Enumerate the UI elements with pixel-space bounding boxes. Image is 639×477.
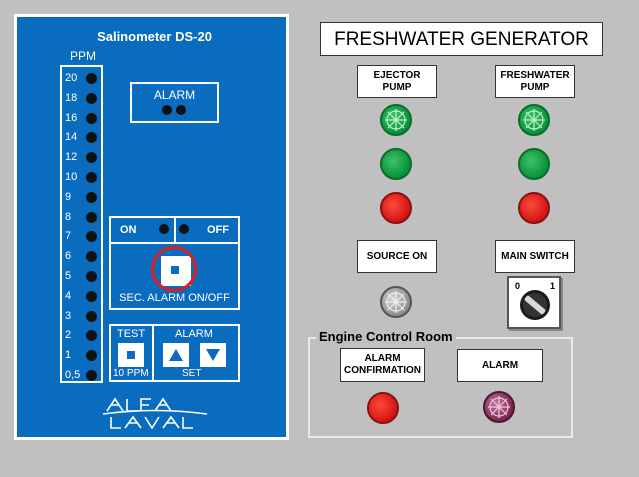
arrow-up-icon xyxy=(169,349,183,361)
alfa-laval-logo xyxy=(102,397,208,430)
ppm-row: 14 xyxy=(62,128,101,148)
ppm-value: 8 xyxy=(65,210,72,223)
ppm-value: 4 xyxy=(65,289,72,302)
ppm-led xyxy=(86,231,97,243)
ppm-value: 2 xyxy=(65,329,72,342)
ejector-stop-button[interactable] xyxy=(380,192,412,224)
ppm-row: 2 xyxy=(62,326,101,346)
ppm-row: 1 xyxy=(62,346,101,366)
ppm-row: 4 xyxy=(62,287,101,307)
ppm-value: 18 xyxy=(65,91,78,104)
generator-title: FRESHWATER GENERATOR xyxy=(320,22,603,56)
ppm-row: 9 xyxy=(62,188,101,208)
ejector-pump-label: EJECTOR PUMP xyxy=(357,65,437,98)
alarm-indicator: ALARM xyxy=(130,82,219,123)
arrow-down-icon xyxy=(206,349,220,361)
test-label: TEST xyxy=(117,328,146,340)
ppm-led xyxy=(86,191,97,203)
ppm-value: 16 xyxy=(65,111,78,124)
ppm-row: 3 xyxy=(62,307,101,327)
ppm-led xyxy=(86,73,97,84)
ppm-value: 1 xyxy=(65,349,72,362)
ppm-led xyxy=(86,271,97,282)
ppm-led xyxy=(86,112,97,124)
ppm-row: 0,5 xyxy=(62,366,101,386)
ppm-label: PPM xyxy=(69,49,96,63)
sec-alarm-panel: ON OFF SEC. ALARM ON/OFF xyxy=(109,216,240,310)
ppm-row: 5 xyxy=(62,267,101,287)
ppm-value: 5 xyxy=(65,270,72,282)
ppm-led xyxy=(86,310,97,322)
ppm-led xyxy=(86,330,97,342)
alarm-led-left xyxy=(162,105,172,115)
alarm-indicator-label: ALARM xyxy=(153,88,196,102)
ppm-led xyxy=(86,172,97,183)
ecr-title: Engine Control Room xyxy=(316,329,456,344)
alarm-confirmation-button[interactable] xyxy=(367,392,399,424)
off-label: OFF xyxy=(207,224,229,236)
ppm-row: 7 xyxy=(62,227,101,247)
ppm-row: 20 xyxy=(62,69,101,89)
ppm-value: 12 xyxy=(65,151,78,164)
ppm-row: 6 xyxy=(62,247,101,267)
ppm-led xyxy=(86,370,97,381)
ecr-alarm-label: ALARM xyxy=(457,349,543,382)
ppm-value: 20 xyxy=(65,72,78,84)
freshwater-pump-label: FRESHWATER PUMP xyxy=(495,65,575,98)
alarm-up-button[interactable] xyxy=(163,343,189,367)
ppm-led xyxy=(86,152,97,164)
rotary-switch-icon xyxy=(520,290,550,320)
freshwater-start-button[interactable] xyxy=(518,148,550,180)
on-label: ON xyxy=(120,224,137,236)
ejector-running-lamp xyxy=(380,104,412,136)
ppm-value: 14 xyxy=(65,131,78,144)
on-led xyxy=(159,224,169,234)
alarm-down-button[interactable] xyxy=(200,343,226,367)
ppm-led xyxy=(86,211,97,223)
freshwater-running-lamp xyxy=(518,104,550,136)
ecr-alarm-lamp xyxy=(483,391,515,423)
alarm-confirmation-label: ALARM CONFIRMATION xyxy=(340,348,425,382)
off-led xyxy=(179,224,189,234)
ppm-row: 8 xyxy=(62,208,101,228)
square-button-icon xyxy=(127,351,135,359)
test-button[interactable] xyxy=(118,343,144,367)
sec-alarm-highlight-ring xyxy=(151,246,197,292)
ppm-scale: 20 18 16 14 12 10 9 8 7 6 5 4 3 2 1 0,5 xyxy=(60,65,103,383)
alarm-set-label: ALARM xyxy=(175,328,213,340)
test-alarm-panel: TEST 10 PPM ALARM SET xyxy=(109,324,240,382)
ppm-row: 16 xyxy=(62,109,101,129)
ppm-led xyxy=(86,92,97,104)
ppm-row: 18 xyxy=(62,89,101,109)
ppm-led xyxy=(86,251,97,263)
ppm-led xyxy=(86,290,97,302)
main-switch[interactable]: 0 1 xyxy=(507,276,561,329)
test-sub-label: 10 PPM xyxy=(113,368,149,379)
ppm-led xyxy=(86,132,97,144)
ppm-value: 6 xyxy=(65,250,72,263)
ppm-led xyxy=(86,350,97,362)
source-on-lamp xyxy=(380,286,412,318)
source-on-label: SOURCE ON xyxy=(357,240,437,273)
ppm-value: 0,5 xyxy=(65,369,81,381)
ppm-value: 10 xyxy=(65,171,78,183)
ppm-row: 10 xyxy=(62,168,101,188)
ppm-value: 9 xyxy=(65,190,72,203)
ppm-row: 12 xyxy=(62,148,101,168)
alarm-led-right xyxy=(176,105,186,115)
salinometer-title: Salinometer DS-20 xyxy=(97,29,212,44)
main-switch-label: MAIN SWITCH xyxy=(495,240,575,273)
salinometer-panel: Salinometer DS-20 PPM 20 18 16 14 12 10 9 8 7 6 5 4… xyxy=(14,14,289,440)
ppm-value: 3 xyxy=(65,309,72,322)
ppm-value: 7 xyxy=(65,230,72,243)
set-label: SET xyxy=(182,368,202,379)
freshwater-stop-button[interactable] xyxy=(518,192,550,224)
ejector-start-button[interactable] xyxy=(380,148,412,180)
sec-alarm-label: SEC. ALARM ON/OFF xyxy=(119,292,230,304)
